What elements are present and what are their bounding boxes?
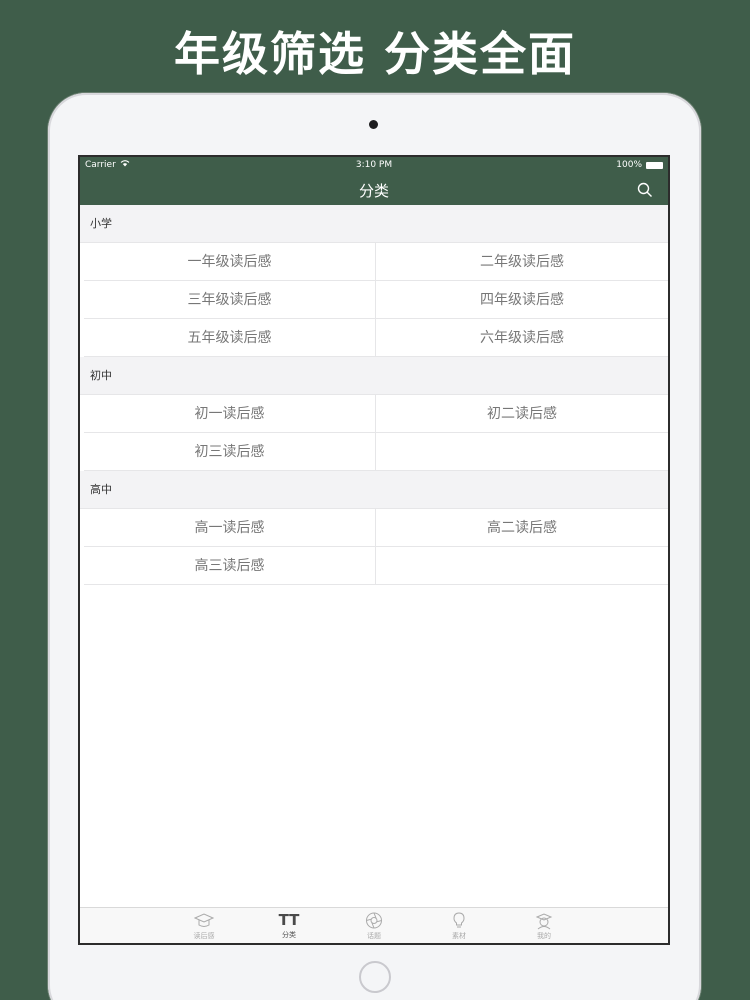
- category-cell[interactable]: 高三读后感: [84, 547, 376, 585]
- empty-cell: [376, 547, 668, 585]
- search-icon[interactable]: [636, 181, 654, 199]
- empty-cell: [376, 433, 668, 471]
- tab-label: 读后感: [193, 932, 215, 940]
- section-header-junior: 初中: [80, 357, 668, 395]
- category-cell[interactable]: 初三读后感: [84, 433, 376, 471]
- tab-label: 分类: [282, 931, 296, 939]
- app-screen: Carrier 3:10 PM 100% 分类 小学 一年级读后感 二年级读后感…: [78, 155, 670, 945]
- clock: 3:10 PM: [355, 160, 393, 170]
- section-header-senior: 高中: [80, 471, 668, 509]
- camera-icon: [369, 120, 378, 129]
- category-cell[interactable]: 四年级读后感: [376, 281, 668, 319]
- battery-icon: [646, 162, 663, 169]
- category-list: 小学 一年级读后感 二年级读后感 三年级读后感 四年级读后感 五年级读后感 六年…: [80, 205, 668, 585]
- junior-grid: 初一读后感 初二读后感 初三读后感: [80, 395, 668, 471]
- page-title: 分类: [358, 182, 389, 200]
- aperture-icon: [366, 912, 382, 929]
- category-cell[interactable]: 二年级读后感: [376, 243, 668, 281]
- category-cell[interactable]: 高二读后感: [376, 509, 668, 547]
- graduation-cap-icon: [194, 913, 214, 927]
- tab-materials[interactable]: 素材: [417, 908, 502, 943]
- tab-profile[interactable]: 我的: [502, 908, 587, 943]
- category-cell[interactable]: 三年级读后感: [84, 281, 376, 319]
- tab-bar: 读后感 TT 分类 话题 素材 我的: [80, 907, 668, 943]
- navigation-bar: 分类: [80, 175, 668, 205]
- primary-grid: 一年级读后感 二年级读后感 三年级读后感 四年级读后感 五年级读后感 六年级读后…: [80, 243, 668, 357]
- lightbulb-icon: [453, 912, 465, 928]
- status-bar: Carrier 3:10 PM 100%: [80, 157, 668, 175]
- category-cell[interactable]: 五年级读后感: [84, 319, 376, 357]
- tab-label: 我的: [537, 932, 551, 940]
- promo-headline: 年级筛选 分类全面: [173, 27, 576, 81]
- home-button[interactable]: [359, 961, 391, 993]
- tab-reviews[interactable]: 读后感: [162, 908, 247, 943]
- text-size-icon: TT: [278, 911, 300, 929]
- tab-label: 话题: [367, 932, 381, 940]
- battery-percent: 100%: [616, 160, 642, 170]
- senior-grid: 高一读后感 高二读后感 高三读后感: [80, 509, 668, 585]
- tab-label: 素材: [452, 932, 466, 940]
- user-cap-icon: [535, 913, 553, 930]
- category-cell[interactable]: 六年级读后感: [376, 319, 668, 357]
- section-header-primary: 小学: [80, 205, 668, 243]
- category-cell[interactable]: 高一读后感: [84, 509, 376, 547]
- tab-topics[interactable]: 话题: [332, 908, 417, 943]
- category-cell[interactable]: 初二读后感: [376, 395, 668, 433]
- category-cell[interactable]: 一年级读后感: [84, 243, 376, 281]
- category-cell[interactable]: 初一读后感: [84, 395, 376, 433]
- tab-categories[interactable]: TT 分类: [247, 908, 332, 943]
- ipad-frame: Carrier 3:10 PM 100% 分类 小学 一年级读后感 二年级读后感…: [48, 93, 701, 1000]
